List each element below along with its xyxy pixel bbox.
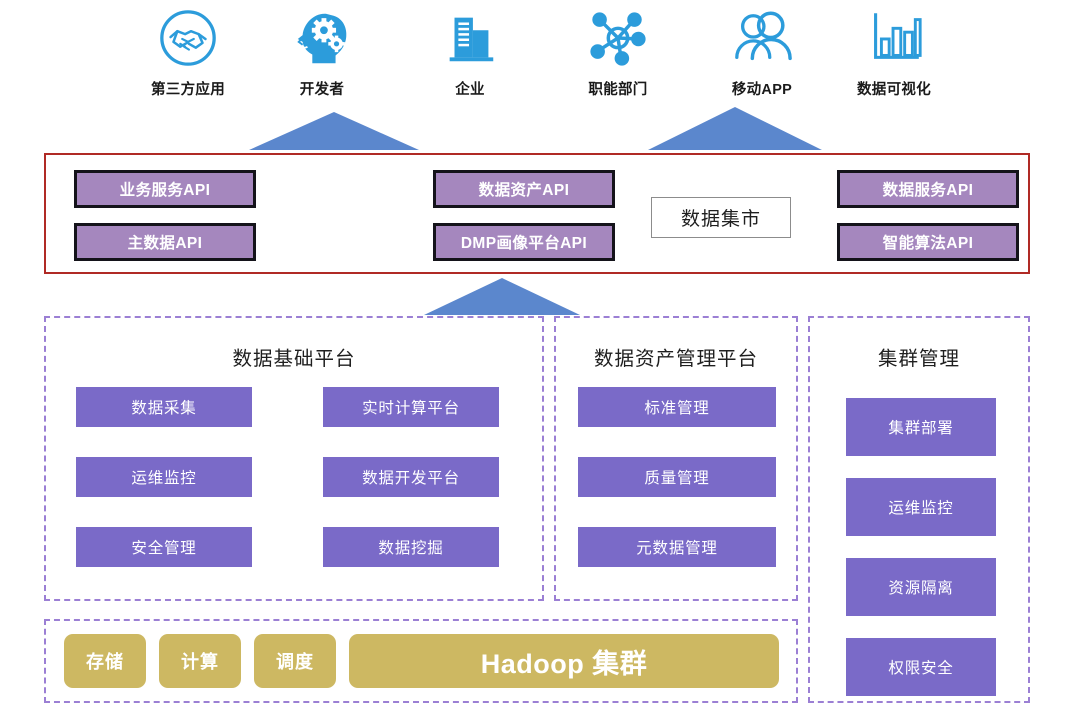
api-box[interactable]: 智能算法API xyxy=(837,223,1019,261)
panel-title: 集群管理 xyxy=(877,348,960,370)
api-layer: 业务服务API 主数据API 数据资产API DMP画像平台API 数据服务API 智能算… xyxy=(44,153,1030,274)
hadoop-chip[interactable]: 计算 xyxy=(159,634,241,688)
arrow-to-api-left xyxy=(249,112,419,150)
api-box[interactable]: 数据服务API xyxy=(837,170,1019,208)
api-box[interactable]: 主数据API xyxy=(74,223,256,261)
hadoop-chip[interactable]: 调度 xyxy=(254,634,336,688)
data-foundation-platform: 数据基础平台数据采集 实时计算平台运维监控 数据开发平台安全管理 数据挖掘 xyxy=(44,316,544,601)
consumer-label: 企业 xyxy=(455,82,485,98)
cluster-tile[interactable]: 集群部署 xyxy=(846,398,996,456)
arrow-to-api-right xyxy=(648,107,822,150)
buildings-icon xyxy=(439,4,501,72)
cluster-management-panel: 集群管理集群部署运维监控资源隔离权限安全 xyxy=(808,316,1030,703)
platform-tile[interactable]: 数据开发平台 xyxy=(323,457,499,497)
platform-tile[interactable]: 质量管理 xyxy=(578,457,776,497)
panel-title: 数据基础平台 xyxy=(232,348,356,370)
cluster-tile[interactable]: 资源隔离 xyxy=(846,558,996,616)
panel-title: 数据资产管理平台 xyxy=(593,348,758,370)
platform-tile[interactable]: 数据挖掘 xyxy=(323,527,499,567)
consumer-label: 职能部门 xyxy=(588,82,648,98)
handshake-icon xyxy=(157,4,219,72)
consumer-6: 数据可视化 xyxy=(824,4,964,99)
hadoop-cluster-layer: 存储 计算 调度 Hadoop 集群 xyxy=(44,619,798,703)
bar-chart-icon xyxy=(863,4,925,72)
consumer-4: 职能部门 xyxy=(548,4,688,99)
platform-tile[interactable]: 实时计算平台 xyxy=(323,387,499,427)
platform-tile[interactable]: 元数据管理 xyxy=(578,527,776,567)
consumer-5: 移动APP xyxy=(692,4,832,99)
api-box[interactable]: 业务服务API xyxy=(74,170,256,208)
arrow-to-platforms xyxy=(424,278,580,315)
consumer-label: 数据可视化 xyxy=(857,82,931,98)
data-mart-box: 数据集市 xyxy=(651,197,791,238)
cluster-tile[interactable]: 运维监控 xyxy=(846,478,996,536)
architecture-diagram: 第三方应用 开发者 企业 职能部门 移动APP 数据可视化 业务服务API 主数… xyxy=(0,0,1080,708)
users-icon xyxy=(731,4,793,72)
cluster-tile[interactable]: 权限安全 xyxy=(846,638,996,696)
api-box[interactable]: 数据资产API xyxy=(433,170,615,208)
platform-tile[interactable]: 数据采集 xyxy=(76,387,252,427)
consumer-label: 开发者 xyxy=(299,82,345,98)
network-nodes-icon xyxy=(587,4,649,72)
api-box[interactable]: DMP画像平台API xyxy=(433,223,615,261)
consumer-label: 移动APP xyxy=(731,82,793,98)
hadoop-chip[interactable]: Hadoop 集群 xyxy=(349,634,779,688)
platform-tile[interactable]: 标准管理 xyxy=(578,387,776,427)
consumer-row: 第三方应用 开发者 企业 职能部门 移动APP 数据可视化 xyxy=(0,0,1080,112)
platform-tile[interactable]: 安全管理 xyxy=(76,527,252,567)
consumer-2: 开发者 xyxy=(252,4,392,99)
hadoop-chip[interactable]: 存储 xyxy=(64,634,146,688)
platform-tile[interactable]: 运维监控 xyxy=(76,457,252,497)
consumer-3: 企业 xyxy=(400,4,540,99)
consumer-label: 第三方应用 xyxy=(151,82,225,98)
data-asset-management-platform: 数据资产管理平台标准管理质量管理元数据管理 xyxy=(554,316,798,601)
consumer-1: 第三方应用 xyxy=(118,4,258,99)
brain-gears-icon xyxy=(291,4,353,72)
